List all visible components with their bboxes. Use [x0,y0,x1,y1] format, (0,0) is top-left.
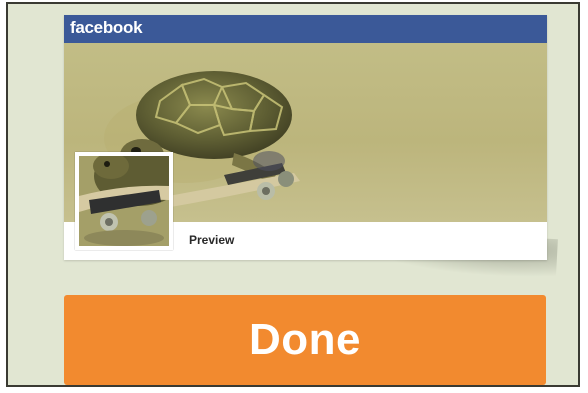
done-button[interactable]: Done [64,295,546,385]
preview-label: Preview [189,233,235,247]
facebook-cover-preview: facebook Preview [64,15,547,260]
facebook-preview-card: facebook Preview [64,15,558,280]
dialog-frame: facebook Preview Done [6,2,580,387]
done-button-label: Done [249,315,361,364]
profile-picture-frame [75,152,173,250]
turtle-thumbnail-image [79,156,169,246]
profile-picture [79,156,169,246]
facebook-header-bar: facebook [64,15,547,43]
facebook-logo: facebook [70,18,143,37]
